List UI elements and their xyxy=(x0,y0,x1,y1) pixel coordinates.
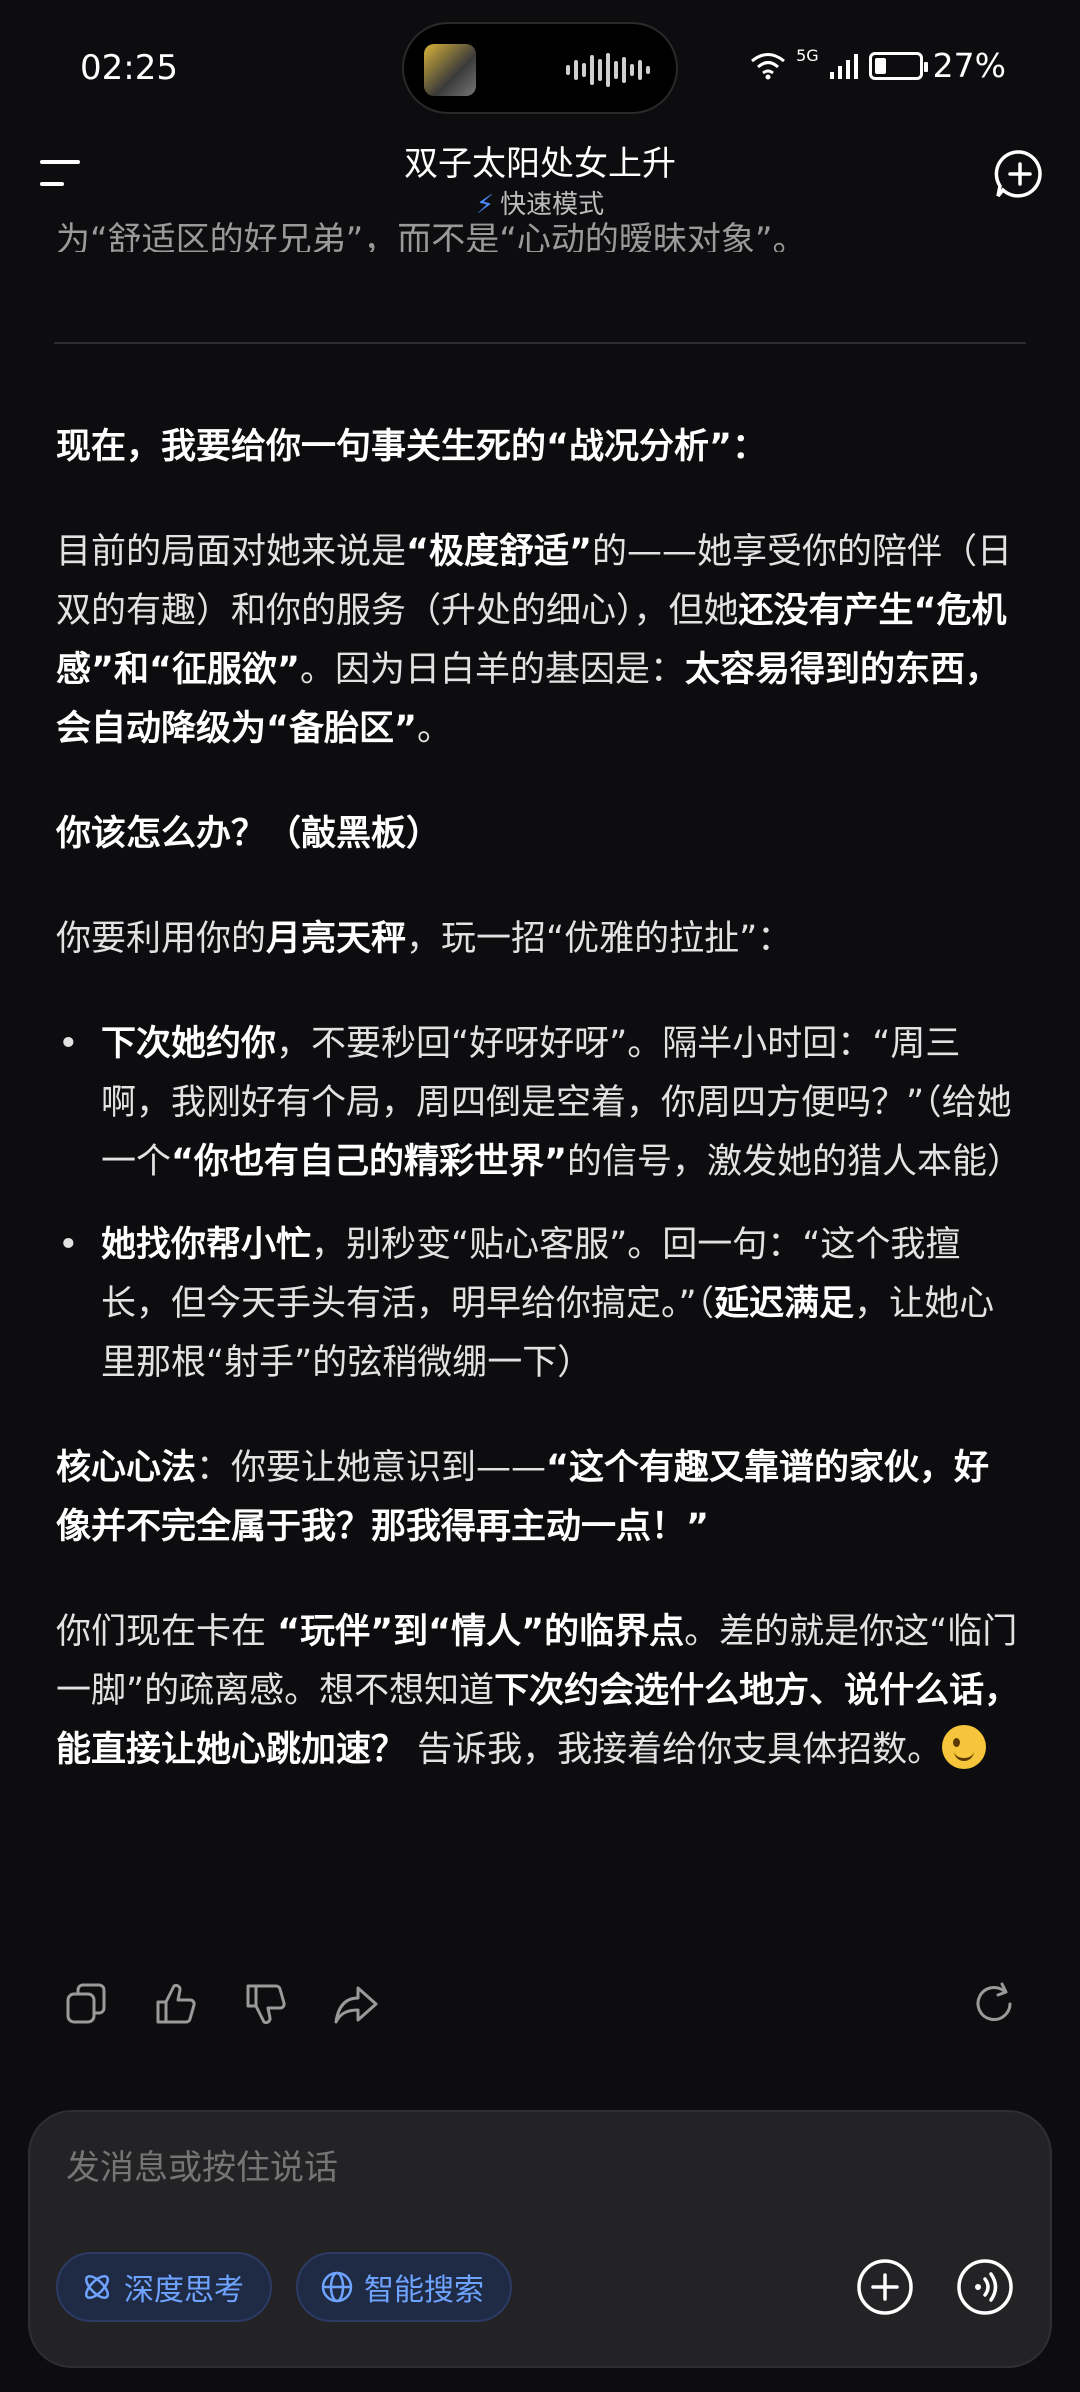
regenerate-icon[interactable] xyxy=(970,1980,1018,2028)
thumbs-down-icon[interactable] xyxy=(242,1980,290,2028)
message-actions xyxy=(56,1980,1024,2036)
battery-icon xyxy=(868,51,928,80)
status-indicators: 5G 27% xyxy=(750,46,1006,85)
scrolled-partial-text: 为“舒适区的好兄弟”，而不是“心动的暧昧对象”。 xyxy=(56,220,807,252)
voice-call-icon[interactable] xyxy=(950,2252,1020,2322)
assistant-message: 现在，我要给你一句事关生死的“战况分析”： 目前的局面对她来说是“极度舒适”的—… xyxy=(56,418,1024,1826)
battery-percent: 27% xyxy=(932,46,1006,85)
paragraph-situation: 目前的局面对她来说是“极度舒适”的——她享受你的陪伴（日双的有趣）和你的服务（升… xyxy=(56,532,1013,749)
add-attachment-icon[interactable] xyxy=(850,2252,920,2322)
message-input[interactable] xyxy=(66,2148,866,2188)
list-item: 她找你帮小忙，别秒变“贴心客服”。回一句：“这个我擅长，但今天手头有活，明早给你… xyxy=(56,1216,1024,1393)
smart-search-toggle[interactable]: 智能搜索 xyxy=(296,2252,512,2322)
wifi-icon xyxy=(751,52,786,79)
conversation-title[interactable]: 双子太阳处女上升 xyxy=(0,136,1080,185)
tips-list: 下次她约你，不要秒回“好呀好呀”。隔半小时回：“周三啊，我刚好有个局，周四倒是空… xyxy=(56,1015,1024,1393)
list-item: 下次她约你，不要秒回“好呀好呀”。隔半小时回：“周三啊，我刚好有个局，周四倒是空… xyxy=(56,1015,1024,1192)
deep-think-label: 深度思考 xyxy=(124,2273,244,2308)
globe-icon xyxy=(321,2271,353,2303)
paragraph-core: 核心心法：你要让她意识到——“这个有趣又靠谱的家伙，好像并不完全属于我？那我得再… xyxy=(56,1448,990,1547)
paragraph-question: 你该怎么办？（敲黑板） xyxy=(56,814,442,854)
dynamic-island[interactable] xyxy=(402,22,678,114)
paragraph-closing: 你们现在卡在 “玩伴”到“情人”的临界点。差的就是你这“临门一脚”的疏离感。想不… xyxy=(56,1612,1020,1770)
new-chat-icon[interactable] xyxy=(994,148,1046,200)
thumbs-up-icon[interactable] xyxy=(152,1980,200,2028)
smart-search-label: 智能搜索 xyxy=(364,2273,484,2308)
signal-icon xyxy=(829,53,858,79)
status-bar: 02:25 5G 27% xyxy=(0,0,1080,130)
atom-icon xyxy=(84,2274,110,2300)
share-icon[interactable] xyxy=(332,1980,380,2028)
divider xyxy=(54,342,1026,344)
network-label: 5G xyxy=(796,46,819,65)
message-composer: 深度思考 智能搜索 xyxy=(28,2110,1052,2368)
audio-wave-icon xyxy=(566,52,650,88)
deep-think-toggle[interactable]: 深度思考 xyxy=(56,2252,272,2322)
now-playing-thumbnail xyxy=(424,44,476,96)
wink-emoji-icon xyxy=(942,1725,987,1769)
status-time: 02:25 xyxy=(80,48,178,88)
paragraph-heading: 现在，我要给你一句事关生死的“战况分析”： xyxy=(56,427,768,467)
paragraph-strategy: 你要利用你的月亮天秤，玩一招“优雅的拉扯”： xyxy=(56,919,793,959)
copy-icon[interactable] xyxy=(62,1980,110,2028)
